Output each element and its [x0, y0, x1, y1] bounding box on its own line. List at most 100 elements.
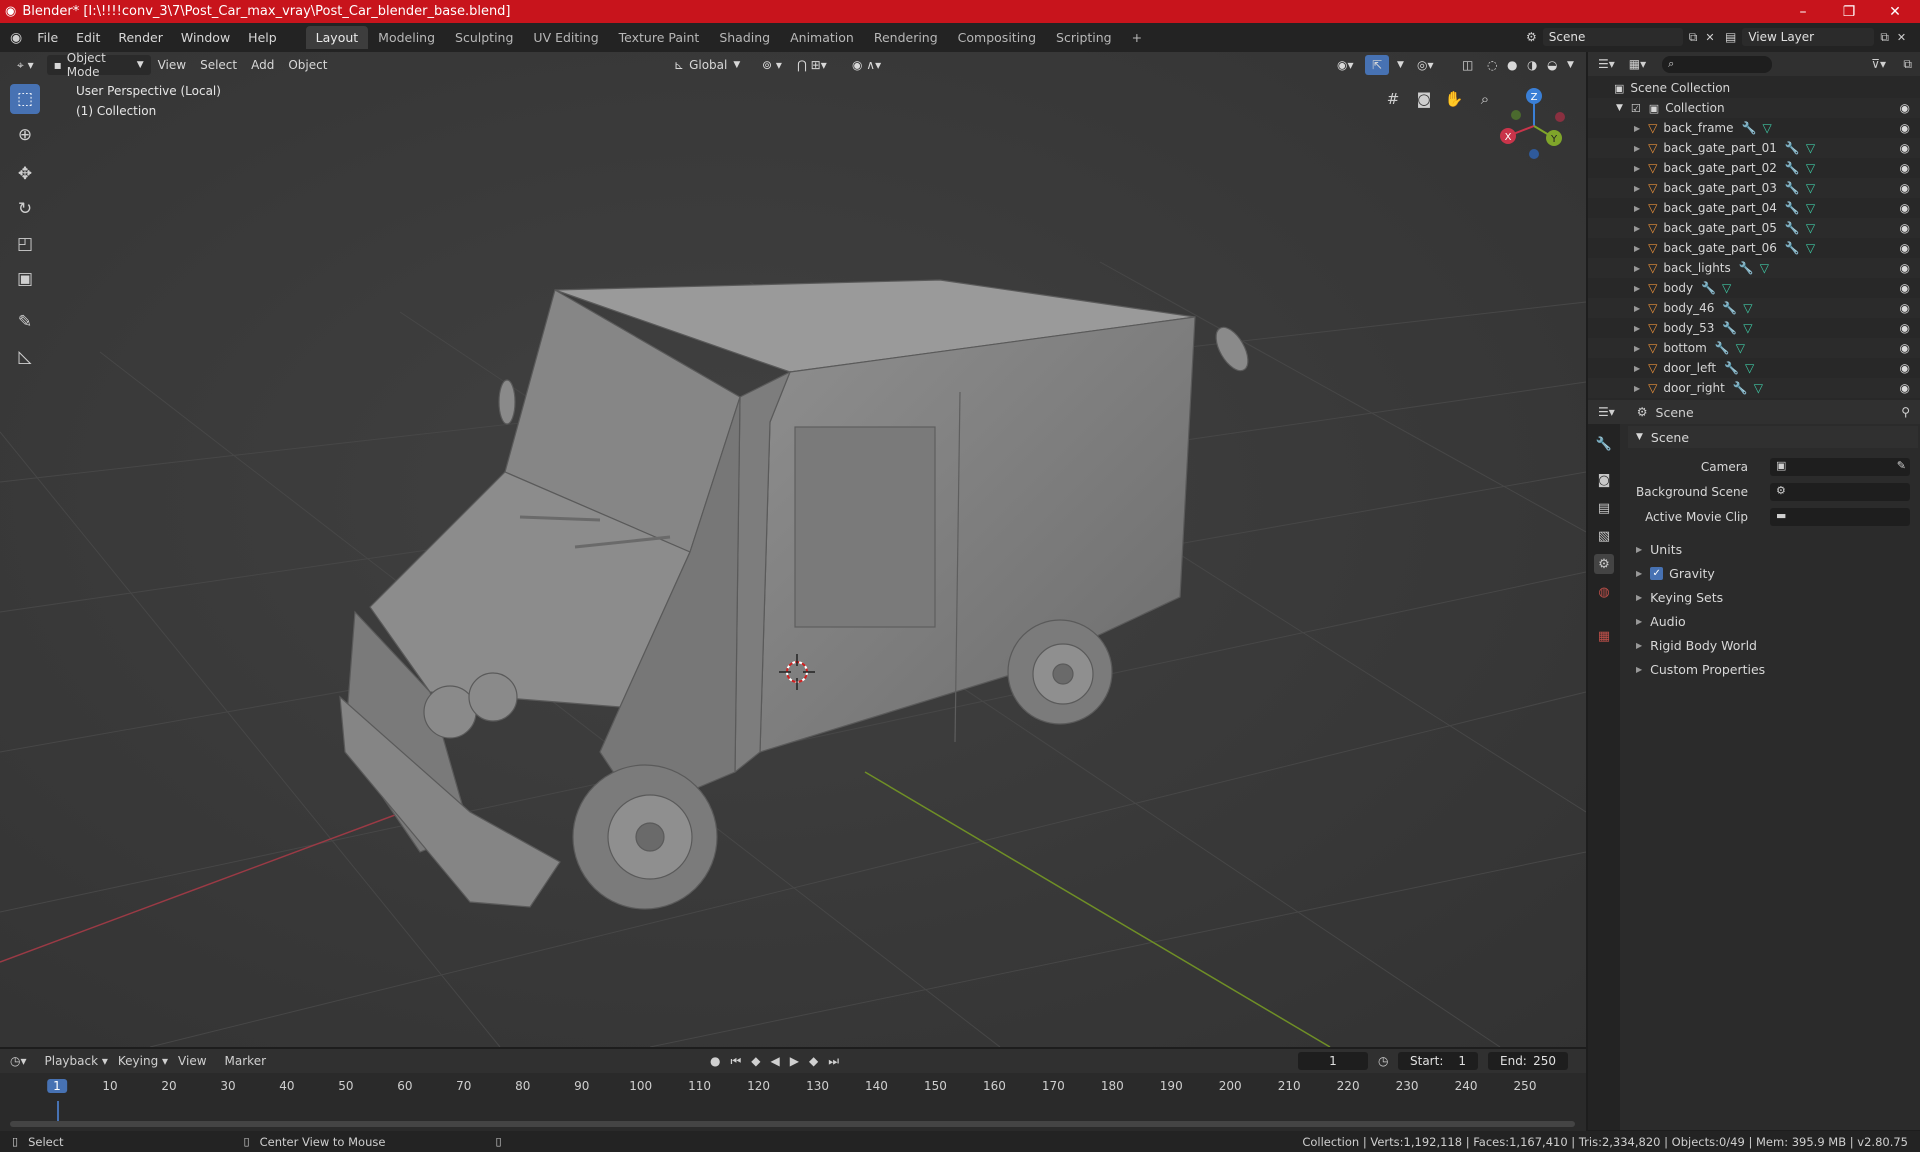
wrench-icon[interactable]: 🔧	[1724, 361, 1739, 375]
mesh-data-icon[interactable]: ▽	[1806, 181, 1815, 195]
eye-icon[interactable]: ◉	[1900, 361, 1910, 375]
eye-icon[interactable]: ◉	[1900, 201, 1910, 215]
mode-dropdown[interactable]: ▪ Object Mode ▼	[46, 51, 151, 79]
mesh-data-icon[interactable]: ▽	[1743, 321, 1752, 335]
transform-tool[interactable]: ▣	[10, 264, 40, 294]
object-menu[interactable]: Object	[281, 55, 334, 75]
wrench-icon[interactable]: 🔧	[1701, 281, 1716, 295]
editor-type-button[interactable]: ⌖ ▾	[10, 55, 41, 75]
tab-layout[interactable]: Layout	[305, 26, 369, 49]
mesh-data-icon[interactable]: ▽	[1806, 221, 1815, 235]
wrench-icon[interactable]: 🔧	[1785, 241, 1800, 255]
tab-sculpting[interactable]: Sculpting	[445, 26, 523, 49]
annotate-tool[interactable]: ✎	[10, 307, 40, 337]
tab-texture[interactable]: ▦	[1594, 626, 1614, 646]
view-menu[interactable]: View	[151, 55, 193, 75]
expand-arrow-icon[interactable]: ▶	[1634, 264, 1640, 273]
mesh-data-icon[interactable]: ▽	[1745, 361, 1754, 375]
maximize-button[interactable]: ❐	[1826, 0, 1872, 23]
mesh-data-icon[interactable]: ▽	[1806, 161, 1815, 175]
wrench-icon[interactable]: 🔧	[1785, 181, 1800, 195]
mesh-data-icon[interactable]: ▽	[1806, 241, 1815, 255]
expand-arrow-icon[interactable]: ▶	[1634, 144, 1640, 153]
outliner-object-row[interactable]: ▶ ▽ back_gate_part_03 🔧 ▽ ◉	[1588, 178, 1920, 198]
scene-selector-icon[interactable]: ⚙	[1526, 30, 1537, 44]
mesh-data-icon[interactable]: ▽	[1754, 381, 1763, 395]
outliner-object-row[interactable]: ▶ ▽ body_53 🔧 ▽ ◉	[1588, 318, 1920, 338]
tab-rendering[interactable]: Rendering	[864, 26, 948, 49]
mesh-data-icon[interactable]: ▽	[1762, 121, 1771, 135]
expand-arrow-icon[interactable]: ▶	[1634, 304, 1640, 313]
pin-icon[interactable]: ⚲	[1901, 405, 1910, 419]
wrench-icon[interactable]: 🔧	[1733, 381, 1748, 395]
camera-field[interactable]: ▣ ✎	[1770, 458, 1910, 476]
wrench-icon[interactable]: 🔧	[1785, 221, 1800, 235]
properties-section-keying-sets[interactable]: ▶ Keying Sets	[1628, 586, 1918, 608]
wrench-icon[interactable]: 🔧	[1722, 321, 1737, 335]
minimize-button[interactable]: –	[1780, 0, 1826, 23]
wrench-icon[interactable]: 🔧	[1785, 161, 1800, 175]
expand-arrow-icon[interactable]: ▶	[1634, 224, 1640, 233]
select-box-tool[interactable]: ⬚	[10, 84, 40, 114]
measure-tool[interactable]: ◺	[10, 342, 40, 372]
outliner-object-row[interactable]: ▶ ▽ back_frame 🔧 ▽ ◉	[1588, 118, 1920, 138]
expand-arrow-icon[interactable]: ▶	[1634, 324, 1640, 333]
outliner-object-row[interactable]: ▶ ▽ back_lights 🔧 ▽ ◉	[1588, 258, 1920, 278]
tab-output[interactable]: ▤	[1594, 498, 1614, 518]
expand-arrow-icon[interactable]: ▶	[1634, 204, 1640, 213]
eye-icon[interactable]: ◉	[1900, 261, 1910, 275]
xray-toggle[interactable]: ◫	[1455, 55, 1480, 75]
overlays-toggle[interactable]: ◎▾	[1410, 55, 1441, 75]
toggle-grid-icon[interactable]: #	[1380, 86, 1406, 112]
eye-icon[interactable]: ◉	[1900, 341, 1910, 355]
gravity-checkbox[interactable]: ✓	[1650, 566, 1664, 580]
eye-icon[interactable]: ◉	[1900, 101, 1910, 115]
blender-menu-icon[interactable]: ◉	[10, 30, 22, 46]
eye-icon[interactable]: ◉	[1900, 141, 1910, 155]
outliner-object-row[interactable]: ▶ ▽ body_46 🔧 ▽ ◉	[1588, 298, 1920, 318]
mesh-data-icon[interactable]: ▽	[1760, 261, 1769, 275]
eye-icon[interactable]: ◉	[1900, 161, 1910, 175]
background-scene-field[interactable]: ⚙	[1770, 483, 1910, 501]
tab-view-layer[interactable]: ▧	[1594, 526, 1614, 546]
filter-icon[interactable]: ⊽▾	[1871, 57, 1886, 71]
scene-collection-row[interactable]: ▣ Scene Collection	[1588, 78, 1920, 98]
outliner-object-row[interactable]: ▶ ▽ back_gate_part_02 🔧 ▽ ◉	[1588, 158, 1920, 178]
wrench-icon[interactable]: 🔧	[1715, 341, 1730, 355]
mesh-data-icon[interactable]: ▽	[1806, 141, 1815, 155]
menu-help[interactable]: Help	[239, 30, 286, 45]
orientation-dropdown[interactable]: ⊾ Global ▼	[667, 55, 745, 75]
properties-editor-icon[interactable]: ☰▾	[1598, 405, 1615, 419]
mesh-data-icon[interactable]: ▽	[1806, 201, 1815, 215]
tab-uv-editing[interactable]: UV Editing	[523, 26, 608, 49]
scene-panel-header[interactable]: ▼ Scene	[1628, 426, 1918, 448]
properties-section-audio[interactable]: ▶ Audio	[1628, 610, 1918, 632]
properties-section-custom-properties[interactable]: ▶ Custom Properties	[1628, 658, 1918, 680]
camera-view-icon[interactable]: ◙	[1411, 86, 1437, 112]
checkbox-icon[interactable]: ☑	[1631, 102, 1641, 115]
tab-scene[interactable]: ⚙	[1594, 554, 1614, 574]
pivot-point-button[interactable]: ⊚ ▾	[755, 55, 789, 75]
add-workspace-button[interactable]: +	[1122, 26, 1152, 49]
delete-scene-icon[interactable]: ✕	[1705, 31, 1714, 44]
new-view-layer-icon[interactable]: ⧉	[1880, 30, 1889, 45]
add-menu[interactable]: Add	[244, 55, 281, 75]
tab-animation[interactable]: Animation	[780, 26, 864, 49]
eye-icon[interactable]: ◉	[1900, 301, 1910, 315]
properties-section-units[interactable]: ▶ Units	[1628, 538, 1918, 560]
cursor-tool[interactable]: ⊕	[10, 120, 40, 150]
new-collection-icon[interactable]: ⧉	[1903, 57, 1912, 72]
wrench-icon[interactable]: 🔧	[1722, 301, 1737, 315]
tab-scripting[interactable]: Scripting	[1046, 26, 1122, 49]
menu-file[interactable]: File	[28, 30, 67, 45]
visibility-button[interactable]: ◉▾	[1330, 55, 1361, 75]
expand-arrow-icon[interactable]: ▶	[1634, 284, 1640, 293]
eye-icon[interactable]: ◉	[1900, 381, 1910, 395]
wrench-icon[interactable]: 🔧	[1742, 121, 1757, 135]
rotate-tool[interactable]: ↻	[10, 194, 40, 224]
outliner-object-row[interactable]: ▶ ▽ back_gate_part_06 🔧 ▽ ◉	[1588, 238, 1920, 258]
outliner-editor-icon[interactable]: ☰▾	[1598, 57, 1615, 71]
wrench-icon[interactable]: 🔧	[1785, 141, 1800, 155]
timeline-scrollbar[interactable]	[10, 1121, 1575, 1127]
tab-compositing[interactable]: Compositing	[948, 26, 1046, 49]
